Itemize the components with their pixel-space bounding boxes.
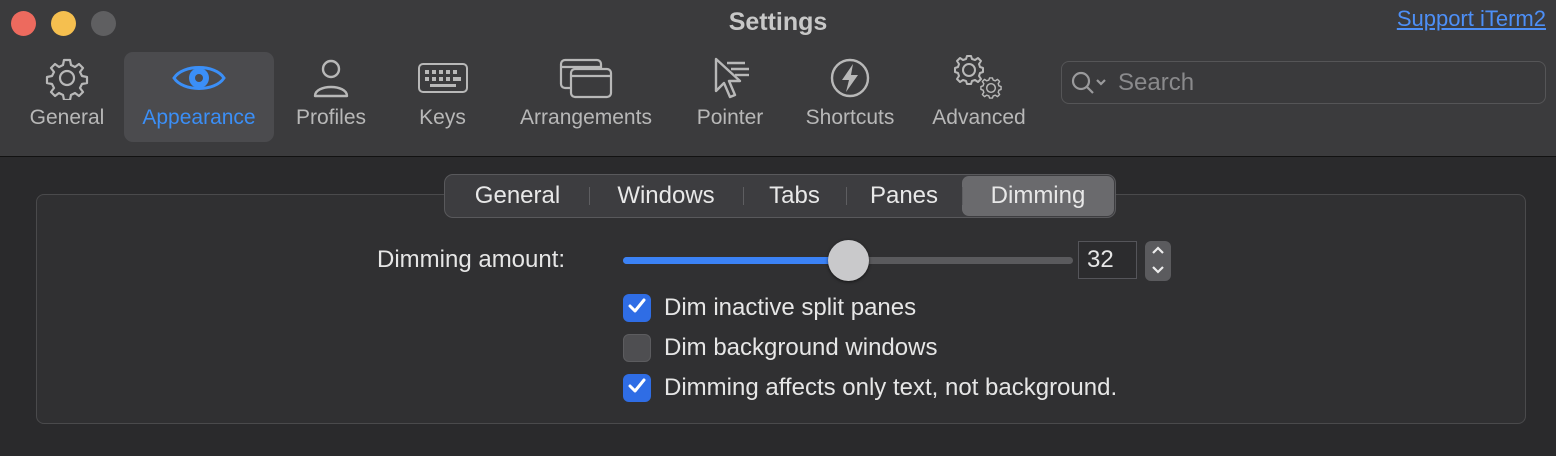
toolbar-item-label: Keys <box>419 106 466 129</box>
checkmark-icon <box>627 296 647 321</box>
subtab-tabs[interactable]: Tabs <box>743 176 846 216</box>
windows-icon <box>559 52 613 104</box>
toolbar-item-keys[interactable]: Keys <box>405 52 480 142</box>
toolbar-item-label: Profiles <box>295 106 367 129</box>
slider-fill <box>623 257 848 264</box>
toolbar-item-pointer[interactable]: Pointer <box>688 52 772 142</box>
subtab-dimming[interactable]: Dimming <box>962 176 1114 216</box>
search-icon <box>1070 69 1110 97</box>
gear-icon <box>45 52 89 104</box>
stepper-up-button[interactable] <box>1145 241 1171 261</box>
subtab-panes[interactable]: Panes <box>846 176 962 216</box>
toolbar-item-label: Arrangements <box>520 106 652 129</box>
checkbox[interactable] <box>623 334 651 362</box>
checkmark-icon <box>627 376 647 401</box>
dim-inactive-panes-checkbox[interactable]: Dim inactive split panes <box>623 294 916 322</box>
pointer-icon <box>707 52 753 104</box>
toolbar-item-label: Pointer <box>696 106 764 129</box>
stepper-down-button[interactable] <box>1145 261 1171 281</box>
dim-background-windows-checkbox[interactable]: Dim background windows <box>623 334 937 362</box>
person-icon <box>311 52 351 104</box>
keyboard-icon <box>417 52 469 104</box>
search-input[interactable] <box>1118 68 1518 97</box>
gears-icon <box>951 52 1007 104</box>
toolbar-item-advanced[interactable]: Advanced <box>924 52 1034 142</box>
subtab-segmented-control: General Windows Tabs Panes Dimming <box>444 174 1116 218</box>
subtab-general[interactable]: General <box>446 176 589 216</box>
dimming-amount-stepper <box>1145 241 1171 281</box>
chevron-down-icon <box>1151 262 1165 280</box>
checkbox[interactable] <box>623 374 651 402</box>
subtab-windows[interactable]: Windows <box>589 176 743 216</box>
toolbar-item-label: General <box>29 106 105 129</box>
dimming-amount-label: Dimming amount: <box>377 246 566 273</box>
chevron-up-icon <box>1151 242 1165 260</box>
bolt-icon <box>828 52 872 104</box>
toolbar-item-label: Advanced <box>932 106 1026 129</box>
search-field[interactable] <box>1061 61 1546 104</box>
dimming-affects-text-checkbox[interactable]: Dimming affects only text, not backgroun… <box>623 374 1117 402</box>
support-link[interactable]: Support iTerm2 <box>1397 6 1546 32</box>
toolbar-item-appearance[interactable]: Appearance <box>124 52 274 142</box>
checkbox[interactable] <box>623 294 651 322</box>
eye-icon <box>171 52 227 104</box>
toolbar-item-profiles[interactable]: Profiles <box>287 52 375 142</box>
dimming-amount-field[interactable]: 32 <box>1078 241 1137 279</box>
slider-knob[interactable] <box>827 240 869 281</box>
checkbox-label: Dimming affects only text, not backgroun… <box>664 374 1118 401</box>
toolbar-item-shortcuts[interactable]: Shortcuts <box>796 52 904 142</box>
toolbar-item-general[interactable]: General <box>22 52 112 142</box>
toolbar-item-arrangements[interactable]: Arrangements <box>508 52 664 142</box>
checkbox-label: Dim inactive split panes <box>664 294 917 321</box>
checkbox-label: Dim background windows <box>664 334 938 361</box>
toolbar-item-label: Shortcuts <box>805 106 895 129</box>
toolbar-item-label: Appearance <box>142 106 256 129</box>
window-toolbar: Settings Support iTerm2 General Appearan… <box>0 0 1556 157</box>
window-title: Settings <box>728 8 828 36</box>
